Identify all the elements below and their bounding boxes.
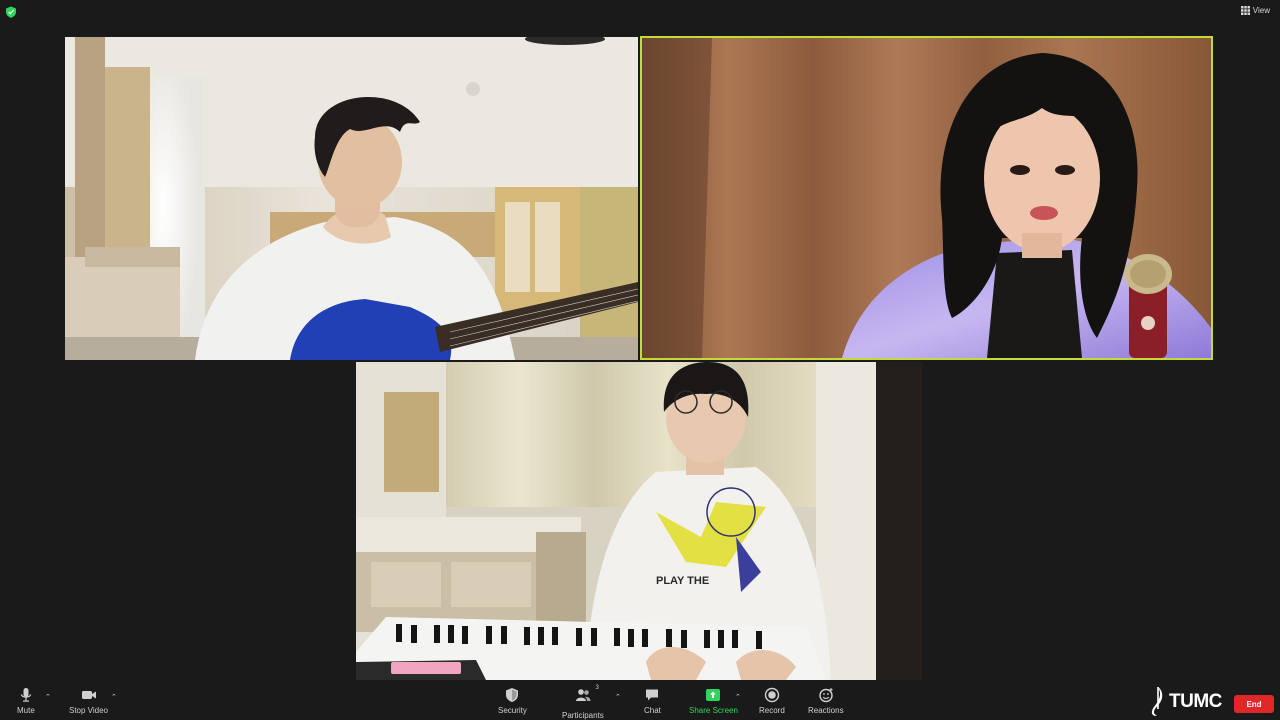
reactions-label: Reactions <box>808 706 844 715</box>
shirt-print-text: PLAY THE <box>656 575 709 587</box>
video-tile-bass-player[interactable] <box>65 37 638 360</box>
view-label: View <box>1252 6 1270 15</box>
keyboard-player-video: PLAY THE <box>356 362 922 680</box>
security-label: Security <box>498 706 527 715</box>
security-button[interactable]: Security <box>498 687 527 715</box>
record-button[interactable]: Record <box>759 687 785 715</box>
gallery-grid-icon <box>1240 6 1250 15</box>
participants-button[interactable]: 3 Participants <box>562 685 604 720</box>
stop-video-button[interactable]: Stop Video <box>69 687 108 715</box>
tumc-logo: TUMC <box>1147 685 1222 718</box>
record-label: Record <box>759 706 785 715</box>
bass-player-video <box>65 37 638 360</box>
logo-text: TUMC <box>1169 690 1222 712</box>
participants-options-caret[interactable]: ⌃ <box>615 693 621 701</box>
video-tile-vocalist-active[interactable] <box>640 36 1213 360</box>
video-camera-icon <box>81 691 96 699</box>
participants-label: Participants <box>562 711 604 720</box>
view-button[interactable]: View <box>1240 6 1270 15</box>
microphone-icon <box>20 688 31 702</box>
mute-button[interactable]: Mute <box>17 687 35 715</box>
reactions-button[interactable]: Reactions <box>808 687 844 715</box>
music-note-logo-icon <box>1151 687 1163 716</box>
chat-label: Chat <box>644 706 661 715</box>
vocalist-video <box>642 38 1211 358</box>
security-shield-icon <box>506 688 519 702</box>
chat-button[interactable]: Chat <box>644 687 661 715</box>
video-options-caret[interactable]: ⌃ <box>111 693 117 701</box>
participants-icon <box>575 689 591 701</box>
audio-options-caret[interactable]: ⌃ <box>45 693 51 701</box>
share-screen-icon <box>706 689 721 701</box>
participants-count: 3 <box>595 685 599 691</box>
chat-bubble-icon <box>646 689 659 701</box>
encryption-shield-icon[interactable] <box>5 6 17 18</box>
share-screen-label: Share Screen <box>689 706 738 715</box>
share-screen-button[interactable]: Share Screen <box>689 687 738 715</box>
mute-label: Mute <box>17 706 35 715</box>
end-meeting-button[interactable]: End <box>1234 695 1274 713</box>
share-options-caret[interactable]: ⌃ <box>735 693 741 701</box>
record-icon <box>764 687 780 703</box>
smiley-icon <box>819 688 833 703</box>
video-tile-keyboard-player[interactable]: PLAY THE <box>356 362 922 680</box>
meeting-toolbar: Mute ⌃ Stop Video ⌃ Security 3 Participa… <box>0 682 1280 720</box>
stop-video-label: Stop Video <box>69 706 108 715</box>
